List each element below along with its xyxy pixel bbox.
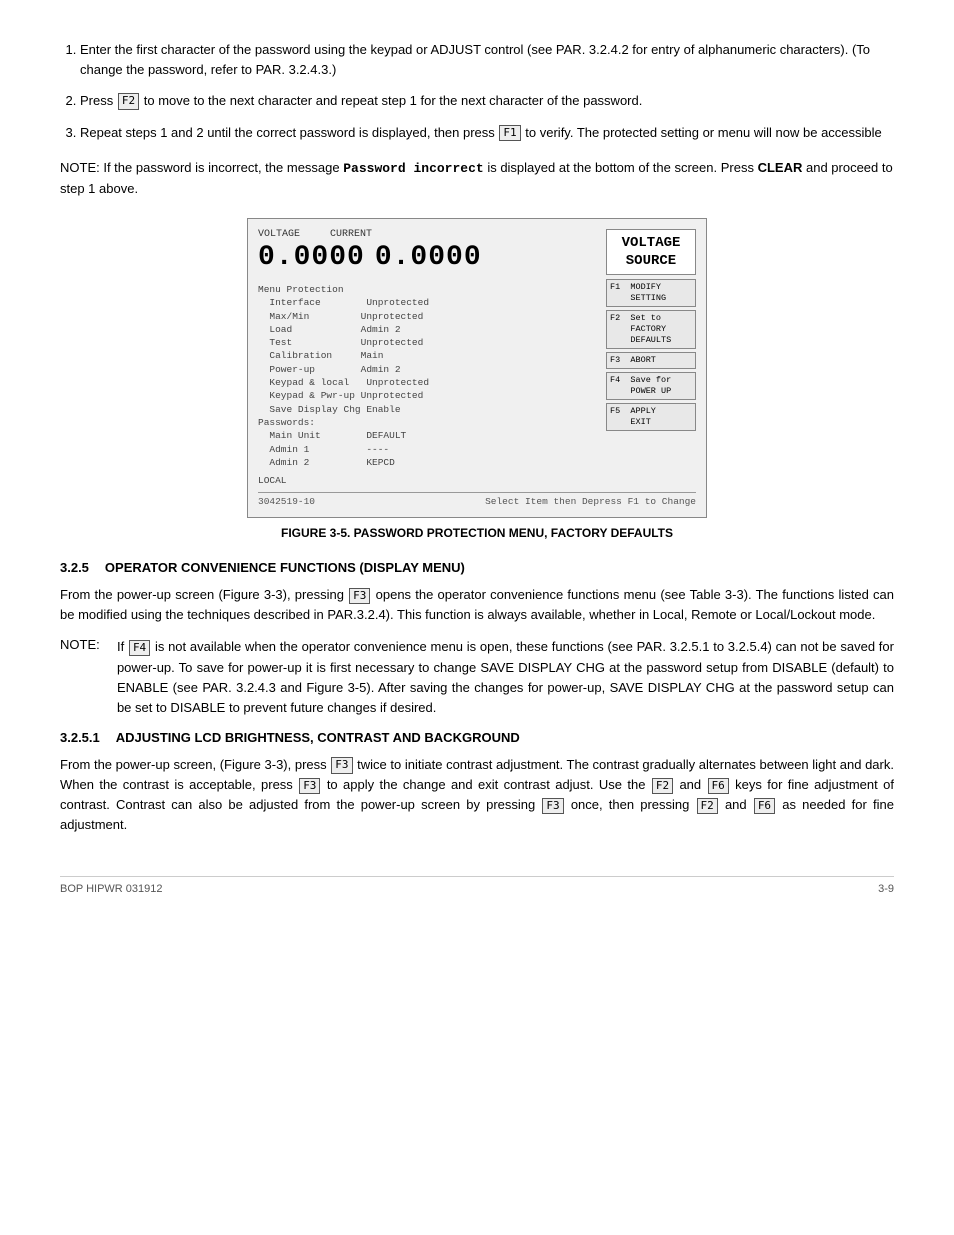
menu-line-6: Power-up Admin 2 bbox=[258, 363, 598, 376]
display-values: 0.0000 0.0000 bbox=[258, 242, 596, 273]
note1-bold: CLEAR bbox=[758, 160, 803, 175]
para-and: and bbox=[679, 777, 701, 792]
display-labels: VOLTAGE CURRENT bbox=[258, 229, 596, 240]
f5-button: F5 APPLY EXIT bbox=[606, 403, 696, 431]
steps-list: Enter the first character of the passwor… bbox=[80, 40, 894, 142]
menu-line-2: Max/Min Unprotected bbox=[258, 310, 598, 323]
menu-line-3: Load Admin 2 bbox=[258, 323, 598, 336]
display-body: Menu Protection Interface Unprotected Ma… bbox=[258, 279, 696, 486]
page-content: Enter the first character of the passwor… bbox=[60, 40, 894, 895]
note1-before: If the password is incorrect, the messag… bbox=[103, 160, 339, 175]
figure-number: 3042519-10 bbox=[258, 496, 315, 507]
para-after: to apply the change and exit contrast ad… bbox=[327, 777, 646, 792]
f1-button: F1 MODIFY SETTING bbox=[606, 279, 696, 307]
f3-key-3251c: F3 bbox=[542, 798, 563, 814]
display-footer: 3042519-10 Select Item then Depress F1 t… bbox=[258, 492, 696, 507]
device-display-wrapper: VOLTAGE CURRENT 0.0000 0.0000 VOLTAGESOU… bbox=[60, 218, 894, 518]
f2-key: F2 bbox=[118, 93, 139, 109]
section-3251-title: ADJUSTING LCD BRIGHTNESS, CONTRAST AND B… bbox=[116, 730, 520, 745]
section-325-header: 3.2.5 OPERATOR CONVENIENCE FUNCTIONS (DI… bbox=[60, 560, 894, 575]
f6-key-3251b: F6 bbox=[754, 798, 775, 814]
voltage-value: 0.0000 bbox=[258, 242, 365, 273]
section-325-number: 3.2.5 bbox=[60, 560, 89, 575]
current-label: CURRENT bbox=[330, 229, 372, 240]
note-1: NOTE: If the password is incorrect, the … bbox=[60, 158, 894, 198]
display-top: VOLTAGE CURRENT 0.0000 0.0000 VOLTAGESOU… bbox=[258, 229, 696, 279]
section-3251-number: 3.2.5.1 bbox=[60, 730, 100, 745]
fn-buttons: F1 MODIFY SETTING F2 Set to FACTORY DEFA… bbox=[606, 279, 696, 486]
menu-line-9: Save Display Chg Enable bbox=[258, 403, 598, 416]
f1-key: F1 bbox=[499, 125, 520, 141]
voltage-label: VOLTAGE bbox=[258, 229, 300, 240]
display-menu: Menu Protection Interface Unprotected Ma… bbox=[258, 279, 598, 486]
step-2-text-before: Press bbox=[80, 93, 113, 108]
menu-line-12: Admin 1 ---- bbox=[258, 443, 598, 456]
menu-line-4: Test Unprotected bbox=[258, 336, 598, 349]
menu-line-0: Menu Protection bbox=[258, 283, 598, 296]
step-3-text-before: Repeat steps 1 and 2 until the correct p… bbox=[80, 125, 495, 140]
f3-button: F3 ABORT bbox=[606, 352, 696, 369]
device-title: VOLTAGESOURCE bbox=[606, 229, 696, 275]
menu-lines: Menu Protection Interface Unprotected Ma… bbox=[258, 283, 598, 469]
f2-button: F2 Set to FACTORY DEFAULTS bbox=[606, 310, 696, 349]
display-main: VOLTAGE CURRENT 0.0000 0.0000 bbox=[258, 229, 596, 279]
note2-body: is not available when the operator conve… bbox=[117, 639, 894, 714]
menu-line-13: Admin 2 KEPCD bbox=[258, 456, 598, 469]
step-1-text: Enter the first character of the passwor… bbox=[80, 42, 870, 77]
step-2: Press F2 to move to the next character a… bbox=[80, 91, 894, 111]
section-3251-header: 3.2.5.1 ADJUSTING LCD BRIGHTNESS, CONTRA… bbox=[60, 730, 894, 745]
page-footer: BOP HIPWR 031912 3-9 bbox=[60, 876, 894, 895]
menu-line-8: Keypad & Pwr-up Unprotected bbox=[258, 389, 598, 402]
f2-key-3251: F2 bbox=[652, 778, 673, 794]
note1-after: is displayed at the bottom of the screen… bbox=[487, 160, 754, 175]
section-3251-para: From the power-up screen, (Figure 3-3), … bbox=[60, 755, 894, 836]
note2-if: If bbox=[117, 639, 128, 654]
f4-key-note2: F4 bbox=[129, 640, 150, 656]
para-before: From the power-up screen, (Figure 3-3), … bbox=[60, 757, 327, 772]
f3-key-325: F3 bbox=[349, 588, 370, 604]
menu-line-5: Calibration Main bbox=[258, 349, 598, 362]
menu-line-10: Passwords: bbox=[258, 416, 598, 429]
step-3-text-after: to verify. The protected setting or menu… bbox=[525, 125, 881, 140]
f4-button: F4 Save for POWER UP bbox=[606, 372, 696, 400]
menu-line-1: Interface Unprotected bbox=[258, 296, 598, 309]
device-display: VOLTAGE CURRENT 0.0000 0.0000 VOLTAGESOU… bbox=[247, 218, 707, 518]
note2-label: NOTE: bbox=[60, 637, 107, 718]
f2-key-3251b: F2 bbox=[697, 798, 718, 814]
step-3: Repeat steps 1 and 2 until the correct p… bbox=[80, 123, 894, 143]
footer-right: 3-9 bbox=[878, 883, 894, 895]
note-2: NOTE: If F4 is not available when the op… bbox=[60, 637, 894, 718]
note1-code: Password incorrect bbox=[343, 161, 483, 176]
menu-line-11: Main Unit DEFAULT bbox=[258, 429, 598, 442]
note2-text: If F4 is not available when the operator… bbox=[117, 637, 894, 718]
section-325-title: OPERATOR CONVENIENCE FUNCTIONS (DISPLAY … bbox=[105, 560, 465, 575]
footer-left: BOP HIPWR 031912 bbox=[60, 883, 163, 895]
step-1: Enter the first character of the passwor… bbox=[80, 40, 894, 79]
current-value: 0.0000 bbox=[375, 242, 482, 273]
f6-key-3251a: F6 bbox=[708, 778, 729, 794]
footer-text: Select Item then Depress F1 to Change bbox=[485, 496, 696, 507]
step-2-text-after: to move to the next character and repeat… bbox=[144, 93, 643, 108]
para-final-and: and bbox=[725, 797, 747, 812]
note1-label: NOTE: bbox=[60, 160, 103, 175]
section-325-para: From the power-up screen (Figure 3-3), p… bbox=[60, 585, 894, 625]
f3-key-3251a: F3 bbox=[331, 757, 352, 773]
section-325-before: From the power-up screen (Figure 3-3), p… bbox=[60, 587, 344, 602]
local-label: LOCAL bbox=[258, 475, 598, 486]
para-last: once, then pressing bbox=[571, 797, 690, 812]
figure-caption: FIGURE 3-5. PASSWORD PROTECTION MENU, FA… bbox=[60, 526, 894, 540]
f3-key-3251b: F3 bbox=[299, 778, 320, 794]
menu-line-7: Keypad & local Unprotected bbox=[258, 376, 598, 389]
